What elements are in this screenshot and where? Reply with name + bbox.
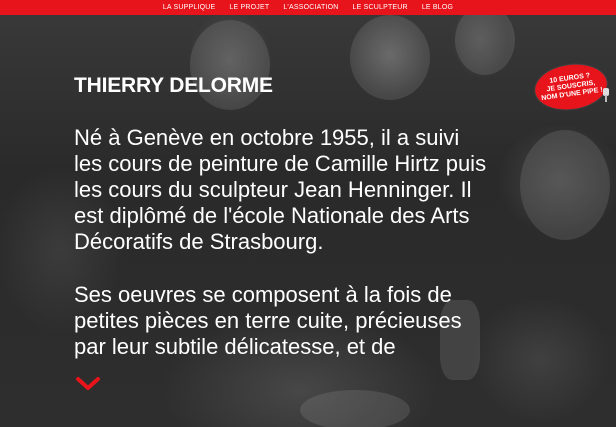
bio-line: les cours du sculpteur Jean Henninger. I… [74,177,472,202]
bio-line: Décoratifs de Strasbourg. [74,229,324,254]
nav-item-le-blog[interactable]: LE BLOG [422,4,453,11]
nav-item-l-association[interactable]: L'ASSOCIATION [283,4,338,11]
photo-figure [350,15,430,100]
bio-line: Né à Genève en octobre 1955, il a suivi [74,125,460,150]
bio-line: petites pièces en terre cuite, précieuse… [74,308,462,333]
bio-line: est diplômé de l'école Nationale des Art… [74,203,470,228]
nav-item-le-sculpteur[interactable]: LE SCULPTEUR [353,4,408,11]
photo-table [300,390,410,427]
page: LA SUPPLIQUE LE PROJET L'ASSOCIATION LE … [0,0,616,427]
bio-line: par leur subtile délicatesse, et de [74,334,396,359]
bio-paragraph-2: Ses oeuvres se composent à la fois de pe… [74,282,574,360]
pipe-icon [603,88,609,102]
top-nav: LA SUPPLIQUE LE PROJET L'ASSOCIATION LE … [0,0,616,15]
page-title: THIERRY DELORME [74,74,273,97]
bio-paragraph-1: Né à Genève en octobre 1955, il a suivi … [74,125,574,255]
photo-figure [455,5,515,75]
nav-item-la-supplique[interactable]: LA SUPPLIQUE [163,4,216,11]
bio-line: les cours de peinture de Camille Hirtz p… [74,151,487,176]
chevron-down-icon[interactable] [76,376,100,392]
bio-line: Ses oeuvres se composent à la fois de [74,282,452,307]
nav-item-le-projet[interactable]: LE PROJET [229,4,269,11]
